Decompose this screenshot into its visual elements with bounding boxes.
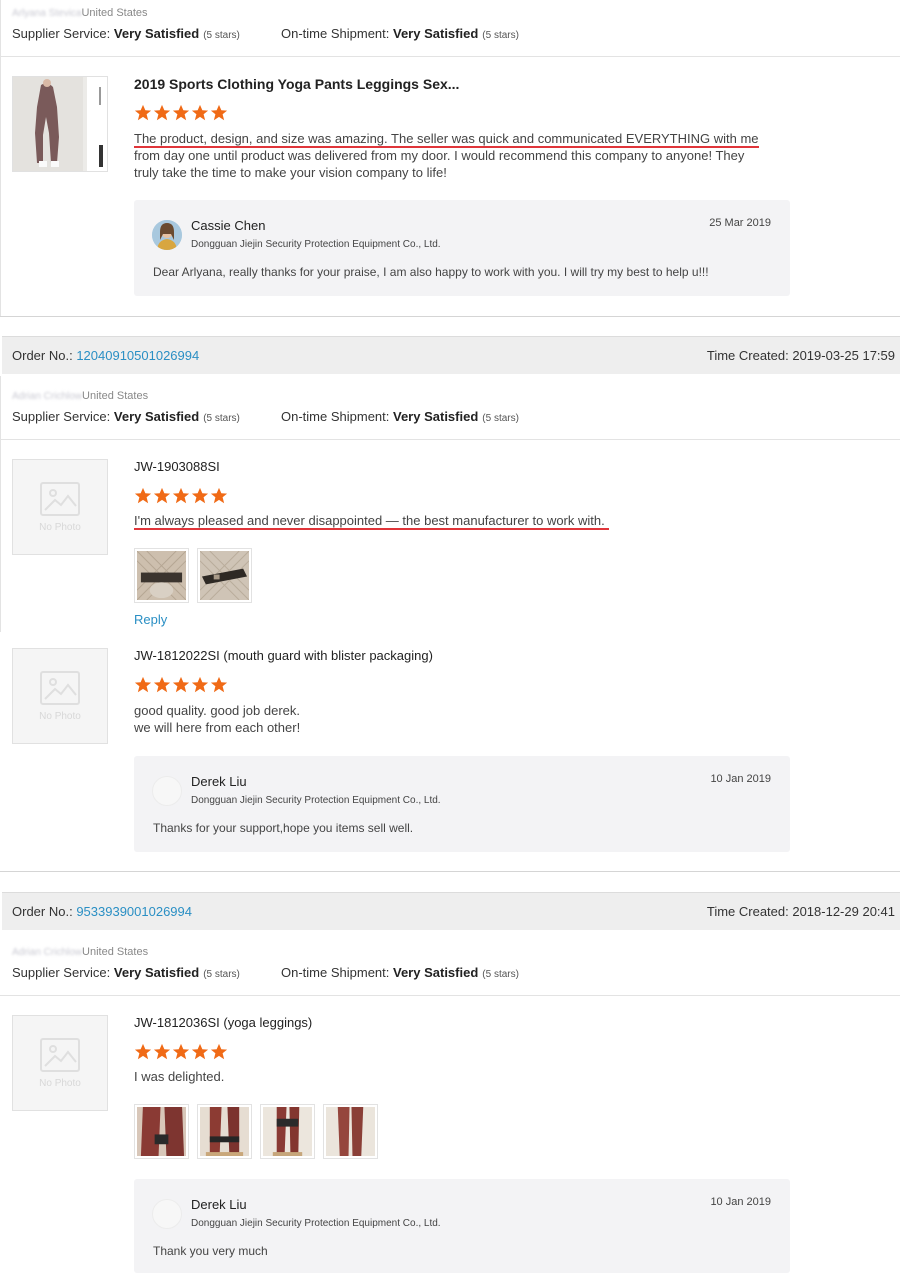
divider [0, 56, 900, 57]
buyer-name: Adrian Crichlow [12, 947, 83, 958]
order-no-label: Order No.: [12, 348, 73, 363]
review-text: The product, design, and size was amazin… [134, 130, 774, 181]
reply-text: Dear Arlyana, really thanks for your pra… [153, 265, 709, 279]
seller-company: Dongguan Jiejin Security Protection Equi… [191, 795, 441, 806]
reply-text: Thanks for your support,hope you items s… [153, 821, 414, 835]
seller-reply: Cassie Chen Dongguan Jiejin Security Pro… [134, 200, 790, 296]
no-photo-label: No Photo [39, 521, 81, 533]
buyer-info: Adrian CrichlowUnited States [12, 387, 148, 402]
image-placeholder-icon [40, 1037, 80, 1072]
buyer-country: United States [81, 7, 148, 19]
buyer-country: United States [82, 390, 149, 402]
divider [0, 439, 900, 440]
review-photo[interactable] [134, 548, 189, 603]
review-line: we will here from each other! [134, 720, 301, 735]
review-photo[interactable] [134, 1104, 189, 1159]
reply-date: 25 Mar 2019 [709, 217, 771, 229]
review-text: I was delighted. [134, 1069, 225, 1084]
review-line: The product, design, and size was amazin… [134, 131, 759, 148]
review-line: I'm always pleased and never disappointe… [134, 513, 609, 530]
buyer-name: Arlyana Stevica [12, 8, 82, 19]
star-rating [134, 104, 229, 122]
order-divider [0, 316, 900, 317]
order-number-link[interactable]: 9533939001026994 [76, 904, 192, 919]
time-created: Time Created: 2019-03-25 17:59 [706, 348, 895, 363]
buyer-country: United States [82, 946, 149, 958]
order-divider [0, 871, 900, 872]
review-line: truly take the time to make your vision … [134, 165, 447, 180]
time-created: Time Created: 2018-12-29 20:41 [706, 904, 895, 919]
buyer-info: Arlyana StevicaUnited States [12, 4, 148, 19]
shipment-rating: On-time Shipment: Very Satisfied (5 stars… [281, 26, 519, 41]
review-photo[interactable] [197, 548, 252, 603]
seller-avatar [152, 220, 182, 250]
review-photo[interactable] [260, 1104, 315, 1159]
shipment-rating: On-time Shipment: Very Satisfied (5 stars… [281, 965, 519, 980]
buyer-info: Adrian CrichlowUnited States [12, 943, 148, 958]
shipment-rating: On-time Shipment: Very Satisfied (5 stars… [281, 409, 519, 424]
review-line: good quality. good job derek. [134, 703, 300, 718]
order-header: Order No.: 9533939001026994 Time Created… [2, 892, 900, 930]
product-thumbnail-placeholder[interactable]: No Photo [12, 1015, 108, 1111]
product-thumbnail[interactable] [12, 76, 108, 172]
product-title[interactable]: JW-1812022SI (mouth guard with blister p… [134, 648, 433, 663]
reply-link[interactable]: Reply [134, 612, 167, 627]
seller-avatar [152, 776, 182, 806]
divider [0, 995, 900, 996]
seller-company: Dongguan Jiejin Security Protection Equi… [191, 1218, 441, 1229]
star-rating [134, 676, 229, 694]
review-text: good quality. good job derek. we will he… [134, 702, 300, 736]
seller-reply: Derek Liu Dongguan Jiejin Security Prote… [134, 1179, 790, 1273]
order-number-link[interactable]: 12040910501026994 [76, 348, 199, 363]
star-rating [134, 1043, 229, 1061]
seller-name: Derek Liu [191, 1197, 247, 1212]
order-no-label: Order No.: [12, 904, 73, 919]
reply-date: 10 Jan 2019 [710, 773, 771, 785]
product-thumbnail-placeholder[interactable]: No Photo [12, 648, 108, 744]
image-placeholder-icon [40, 481, 80, 516]
order-header: Order No.: 12040910501026994 Time Create… [2, 336, 900, 374]
buyer-name: Adrian Crichlow [12, 391, 83, 402]
supplier-service-rating: Supplier Service: Very Satisfied (5 stars… [12, 409, 240, 424]
seller-avatar [152, 1199, 182, 1229]
seller-reply: Derek Liu Dongguan Jiejin Security Prote… [134, 756, 790, 852]
seller-name: Cassie Chen [191, 218, 266, 233]
image-placeholder-icon [40, 670, 80, 705]
left-border [0, 376, 1, 632]
no-photo-label: No Photo [39, 710, 81, 722]
review-photo[interactable] [323, 1104, 378, 1159]
supplier-service-rating: Supplier Service: Very Satisfied (5 stars… [12, 965, 240, 980]
reply-text: Thank you very much [153, 1244, 268, 1258]
product-title[interactable]: JW-1903088SI [134, 459, 220, 474]
review-line: from day one until product was delivered… [134, 148, 745, 163]
product-title[interactable]: 2019 Sports Clothing Yoga Pants Leggings… [134, 76, 459, 92]
product-title[interactable]: JW-1812036SI (yoga leggings) [134, 1015, 312, 1030]
review-photo[interactable] [197, 1104, 252, 1159]
review-text: I'm always pleased and never disappointe… [134, 512, 609, 530]
left-border [0, 0, 1, 316]
star-rating [134, 487, 229, 505]
supplier-service-rating: Supplier Service: Very Satisfied (5 stars… [12, 26, 240, 41]
product-thumbnail-placeholder[interactable]: No Photo [12, 459, 108, 555]
seller-name: Derek Liu [191, 774, 247, 789]
no-photo-label: No Photo [39, 1077, 81, 1089]
seller-company: Dongguan Jiejin Security Protection Equi… [191, 239, 441, 250]
reply-date: 10 Jan 2019 [710, 1196, 771, 1208]
